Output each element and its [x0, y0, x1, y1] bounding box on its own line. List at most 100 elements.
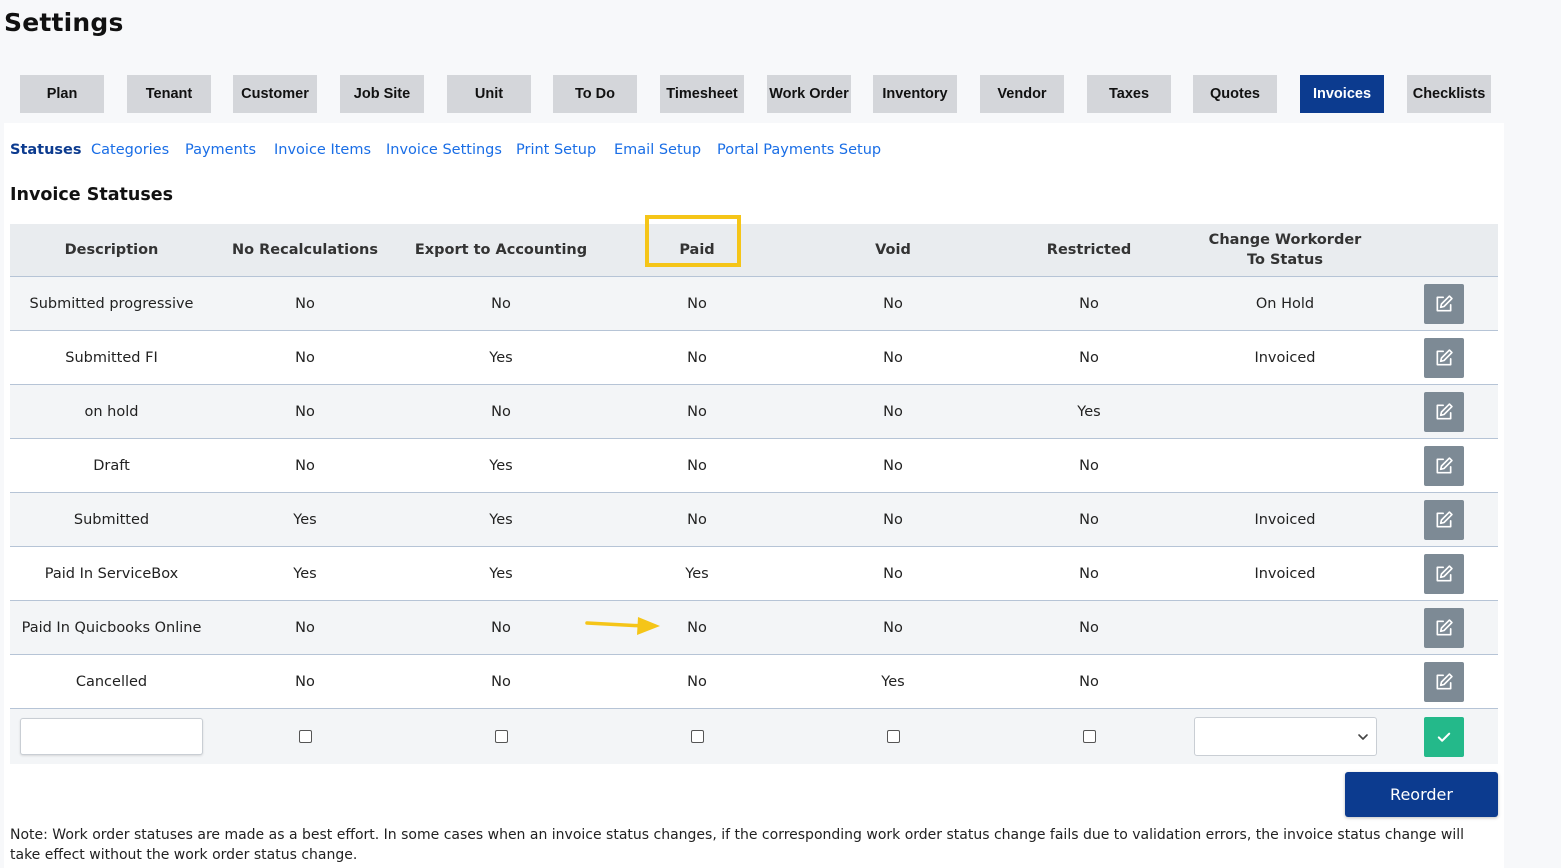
cell-void: No — [789, 438, 997, 493]
reorder-button[interactable]: Reorder — [1345, 772, 1498, 817]
edit-icon — [1436, 456, 1453, 473]
cell-new-description — [10, 708, 213, 764]
cell-change-workorder-status: Invoiced — [1181, 546, 1389, 601]
tab-taxes[interactable]: Taxes — [1087, 75, 1171, 113]
cell-restricted: No — [997, 330, 1181, 385]
edit-button[interactable] — [1423, 607, 1464, 648]
edit-button[interactable] — [1423, 283, 1464, 324]
header-description[interactable]: Description — [10, 224, 213, 277]
cell-paid: No — [605, 438, 789, 493]
cell-void: Yes — [789, 654, 997, 709]
edit-button[interactable] — [1423, 445, 1464, 486]
tab-customer[interactable]: Customer — [233, 75, 317, 113]
cell-description: Submitted progressive — [10, 276, 213, 331]
cell-export-to-accounting: No — [397, 654, 605, 709]
paid-checkbox[interactable] — [690, 730, 704, 743]
edit-icon — [1436, 510, 1453, 527]
edit-button[interactable] — [1423, 391, 1464, 432]
tab-to-do[interactable]: To Do — [553, 75, 637, 113]
cell-export-to-accounting: Yes — [397, 546, 605, 601]
no-recalculations-checkbox[interactable] — [298, 730, 312, 743]
header-void[interactable]: Void — [789, 224, 997, 277]
cell-new-void — [789, 708, 997, 764]
cell-actions — [1389, 276, 1498, 331]
tab-plan[interactable]: Plan — [20, 75, 104, 113]
cell-change-workorder-status — [1181, 438, 1389, 493]
edit-icon — [1436, 348, 1453, 365]
tab-work-order[interactable]: Work Order — [767, 75, 851, 113]
tab-job-site[interactable]: Job Site — [340, 75, 424, 113]
tab-unit[interactable]: Unit — [447, 75, 531, 113]
cell-actions — [1389, 492, 1498, 547]
cell-void: No — [789, 546, 997, 601]
cell-export-to-accounting: No — [397, 384, 605, 439]
cell-actions — [1389, 438, 1498, 493]
table-row: Paid In Quicbooks Online No No No No No — [10, 600, 1498, 655]
header-paid[interactable]: Paid — [605, 224, 789, 277]
cell-new-export-to-accounting — [397, 708, 605, 764]
tab-checklists[interactable]: Checklists — [1407, 75, 1491, 113]
edit-button[interactable] — [1423, 553, 1464, 594]
table-header-row: Description No Recalculations Export to … — [10, 224, 1498, 277]
edit-icon — [1436, 672, 1453, 689]
export-to-accounting-checkbox[interactable] — [494, 730, 508, 743]
cell-change-workorder-status — [1181, 600, 1389, 655]
cell-restricted: No — [997, 438, 1181, 493]
subtab-print-setup[interactable]: Print Setup — [516, 142, 596, 158]
restricted-checkbox[interactable] — [1082, 730, 1096, 743]
cell-void: No — [789, 492, 997, 547]
header-restricted[interactable]: Restricted — [997, 224, 1181, 277]
cell-new-paid — [605, 708, 789, 764]
cell-description: Paid In ServiceBox — [10, 546, 213, 601]
cell-change-workorder-status: Invoiced — [1181, 492, 1389, 547]
cell-export-to-accounting: Yes — [397, 330, 605, 385]
cell-paid: No — [605, 600, 789, 655]
subtab-invoice-settings[interactable]: Invoice Settings — [386, 142, 502, 158]
cell-paid: No — [605, 654, 789, 709]
header-export-to-accounting[interactable]: Export to Accounting — [397, 224, 605, 277]
subtab-portal-payments-setup[interactable]: Portal Payments Setup — [717, 142, 881, 158]
new-status-row — [10, 708, 1498, 764]
tab-invoices[interactable]: Invoices — [1300, 75, 1384, 113]
subtab-email-setup[interactable]: Email Setup — [614, 142, 701, 158]
cell-paid: No — [605, 492, 789, 547]
cell-no-recalculations: No — [213, 654, 397, 709]
cell-void: No — [789, 600, 997, 655]
tab-timesheet[interactable]: Timesheet — [660, 75, 744, 113]
tab-tenant[interactable]: Tenant — [127, 75, 211, 113]
cell-no-recalculations: No — [213, 330, 397, 385]
edit-button[interactable] — [1423, 661, 1464, 702]
new-description-input[interactable] — [20, 718, 203, 755]
subtab-categories[interactable]: Categories — [91, 142, 169, 158]
subtab-payments[interactable]: Payments — [185, 142, 256, 158]
cell-description: Paid In Quicbooks Online — [10, 600, 213, 655]
header-change-workorder-line1: Change Workorder — [1208, 232, 1362, 248]
save-status-button[interactable] — [1423, 716, 1464, 757]
cell-restricted: Yes — [997, 384, 1181, 439]
cell-restricted: No — [997, 600, 1181, 655]
cell-actions — [1389, 330, 1498, 385]
table-row: Paid In ServiceBox Yes Yes Yes No No Inv… — [10, 546, 1498, 601]
invoice-statuses-table: Description No Recalculations Export to … — [10, 224, 1498, 764]
tab-vendor[interactable]: Vendor — [980, 75, 1064, 113]
subtab-statuses[interactable]: Statuses — [10, 142, 82, 158]
settings-tab-bar: Plan Tenant Customer Job Site Unit To Do… — [0, 75, 1561, 113]
workorder-status-select[interactable] — [1193, 717, 1377, 756]
cell-actions — [1389, 654, 1498, 709]
cell-void: No — [789, 276, 997, 331]
header-no-recalculations[interactable]: No Recalculations — [213, 224, 397, 277]
edit-button[interactable] — [1423, 337, 1464, 378]
cell-export-to-accounting: Yes — [397, 492, 605, 547]
table-row: Submitted FI No Yes No No No Invoiced — [10, 330, 1498, 385]
edit-icon — [1436, 564, 1453, 581]
table-row: Submitted Yes Yes No No No Invoiced — [10, 492, 1498, 547]
tab-quotes[interactable]: Quotes — [1193, 75, 1277, 113]
table-row: on hold No No No No Yes — [10, 384, 1498, 439]
cell-void: No — [789, 384, 997, 439]
subtab-invoice-items[interactable]: Invoice Items — [274, 142, 371, 158]
void-checkbox[interactable] — [886, 730, 900, 743]
cell-change-workorder-status: Invoiced — [1181, 330, 1389, 385]
tab-inventory[interactable]: Inventory — [873, 75, 957, 113]
header-change-workorder-status[interactable]: Change Workorder To Status — [1181, 224, 1389, 277]
edit-button[interactable] — [1423, 499, 1464, 540]
